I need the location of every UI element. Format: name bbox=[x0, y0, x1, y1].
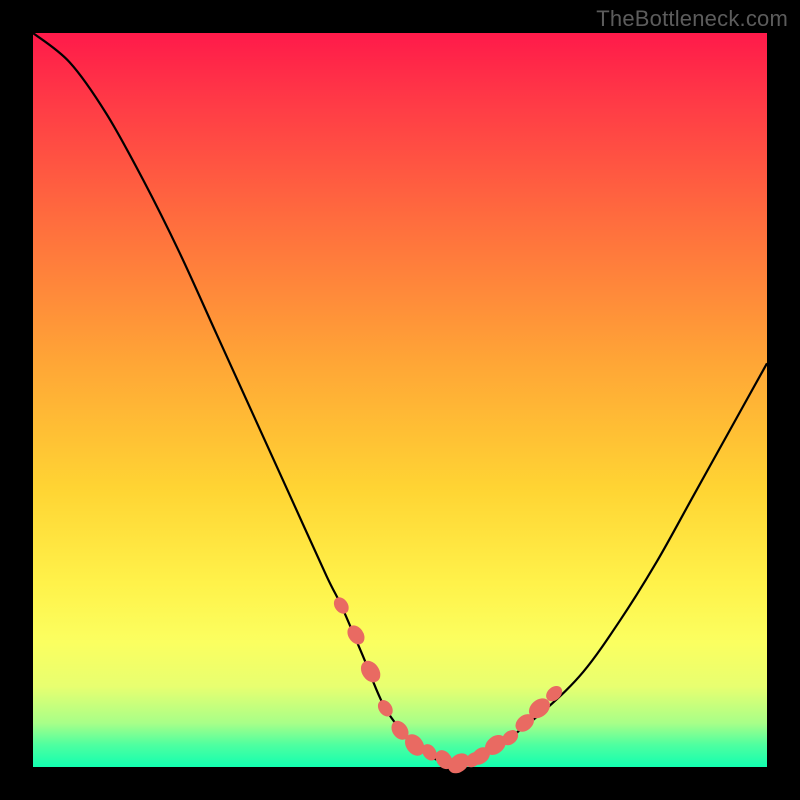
marker-point bbox=[376, 698, 395, 719]
marker-point bbox=[358, 658, 384, 686]
chart-frame: TheBottleneck.com bbox=[0, 0, 800, 800]
bottleneck-curve bbox=[33, 33, 767, 763]
plot-area bbox=[33, 33, 767, 767]
watermark-text: TheBottleneck.com bbox=[596, 6, 788, 32]
marker-point bbox=[345, 623, 368, 647]
marker-point bbox=[332, 595, 351, 616]
marker-group bbox=[332, 595, 565, 776]
chart-svg bbox=[33, 33, 767, 767]
